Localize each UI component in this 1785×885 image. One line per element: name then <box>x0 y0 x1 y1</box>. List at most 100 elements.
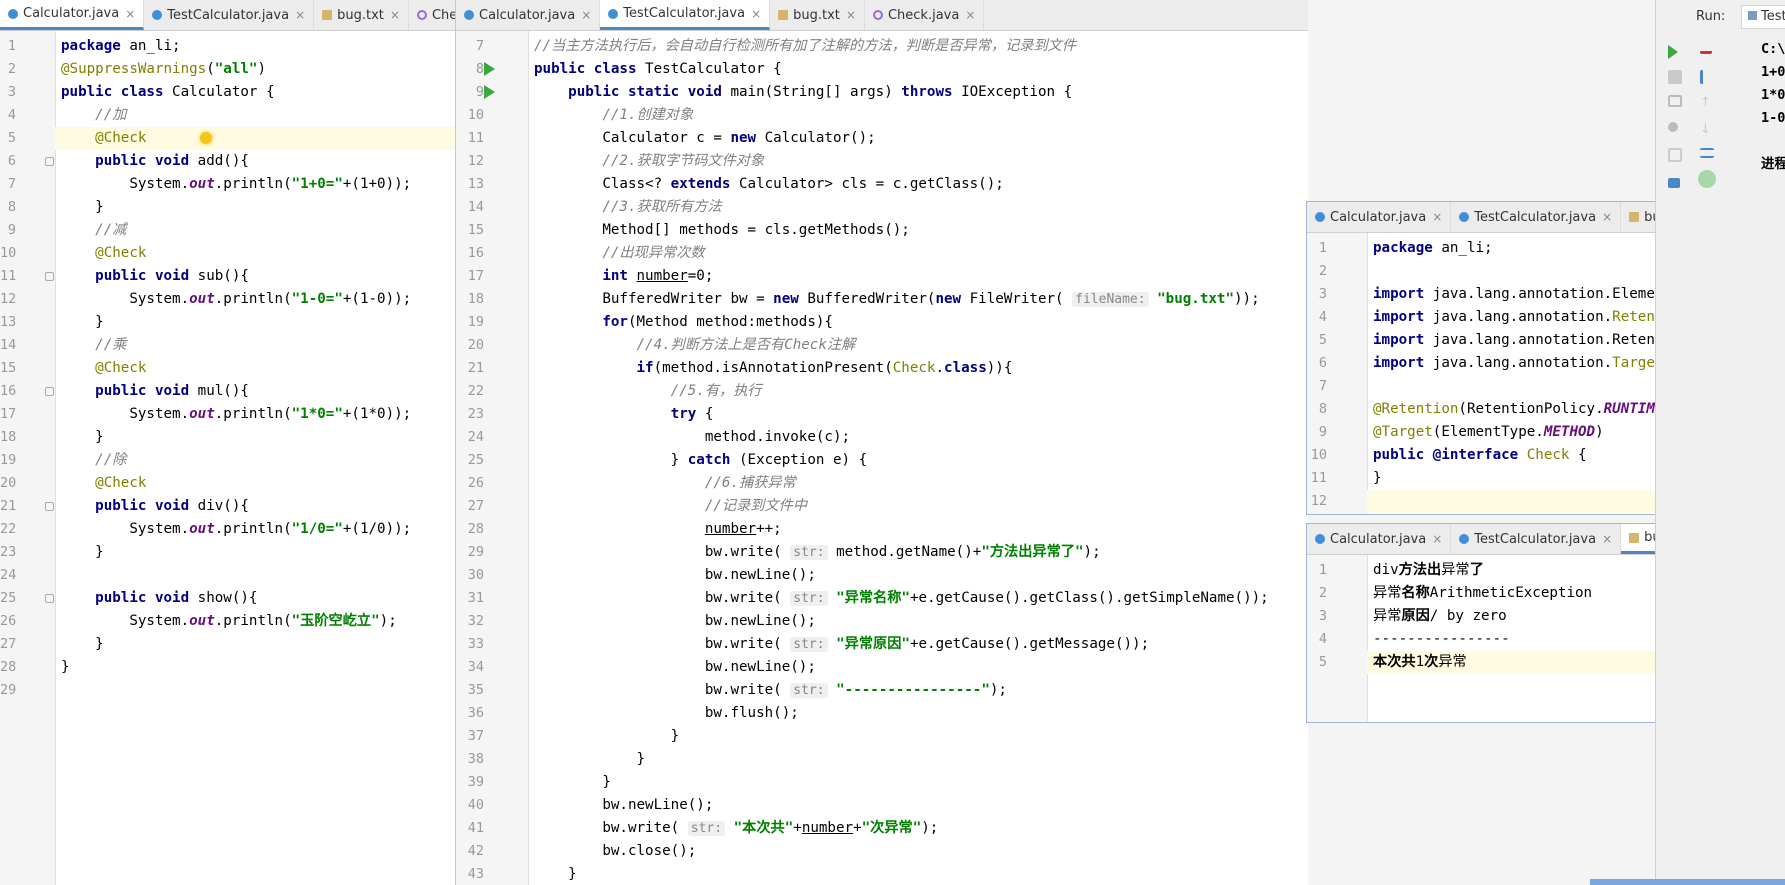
tab-calculator-java[interactable]: Calculator.java × <box>1307 524 1452 554</box>
code-line[interactable]: //6.捕获异常 <box>528 472 1308 495</box>
code-line[interactable]: //5.有，执行 <box>528 380 1308 403</box>
code-line[interactable]: bw.newLine(); <box>528 564 1308 587</box>
code-line[interactable]: public static void main(String[] args) t… <box>528 81 1308 104</box>
stop-icon[interactable] <box>1668 70 1682 84</box>
code-line[interactable]: System.out.println("1+0="+(1+0)); <box>55 173 455 196</box>
code-line[interactable]: ---------------- <box>1367 628 1691 651</box>
code-line[interactable]: bw.close(); <box>528 840 1308 863</box>
code-line[interactable]: System.out.println("1/0="+(1/0)); <box>55 518 455 541</box>
code-line[interactable]: if(method.isAnnotationPresent(Check.clas… <box>528 357 1308 380</box>
code-line[interactable]: Class<? extends Calculator> cls = c.getC… <box>528 173 1308 196</box>
code-line[interactable]: int number=0; <box>528 265 1308 288</box>
tab-testcalculator-java[interactable]: TestCalculator.java × <box>600 0 771 30</box>
code-line[interactable]: 异常原因/ by zero <box>1367 605 1691 628</box>
code-line[interactable]: @Check <box>55 472 455 495</box>
code-line[interactable]: //1.创建对象 <box>528 104 1308 127</box>
sort-icon[interactable] <box>1700 70 1713 84</box>
code-line[interactable]: } <box>528 748 1308 771</box>
code-line[interactable]: } <box>55 633 455 656</box>
code-line[interactable]: //4.判断方法上是否有Check注解 <box>528 334 1308 357</box>
code-line[interactable]: } <box>55 196 455 219</box>
tab-calculator-java[interactable]: Calculator.java × <box>1307 202 1452 232</box>
camera-icon[interactable] <box>1668 95 1682 107</box>
code-area[interactable]: package an_li; @SuppressWarnings("all") pu… <box>55 31 455 885</box>
code-line[interactable]: public class Calculator { <box>55 81 455 104</box>
pin-icon[interactable] <box>1668 122 1678 132</box>
code-line[interactable]: @Check <box>55 242 455 265</box>
code-line[interactable]: //乘 <box>55 334 455 357</box>
run-gutter-icon[interactable] <box>484 62 495 76</box>
code-line[interactable]: for(Method method:methods){ <box>528 311 1308 334</box>
code-area[interactable]: //当主方法执行后，会自动自行检测所有加了注解的方法，判断是否异常，记录到文件 p… <box>528 31 1308 885</box>
code-line[interactable]: } <box>528 863 1308 885</box>
close-icon[interactable]: × <box>295 8 305 22</box>
test-calculator-editor-pane[interactable]: Calculator.java × TestCalculator.java × bug.… <box>455 0 1308 885</box>
code-line[interactable]: 本次共1次异常 <box>1367 651 1691 674</box>
close-icon[interactable]: × <box>1432 532 1442 546</box>
tab-bug-txt[interactable]: bug.txt × <box>314 0 409 30</box>
tab-calculator-java[interactable]: Calculator.java × <box>456 0 601 30</box>
fold-icon[interactable] <box>45 157 54 166</box>
tab-testcalculator-java[interactable]: TestCalculator.java × <box>1451 524 1622 554</box>
code-line[interactable]: public class TestCalculator { <box>528 58 1308 81</box>
code-line[interactable]: Calculator c = new Calculator(); <box>528 127 1308 150</box>
code-line[interactable]: bw.write( str: "本次共"+number+"次异常"); <box>528 817 1308 840</box>
tab-bug-txt[interactable]: bug.txt × <box>770 0 865 30</box>
code-line[interactable]: public void sub(){ <box>55 265 455 288</box>
code-line[interactable]: 异常名称ArithmeticException <box>1367 582 1691 605</box>
up-arrow-icon[interactable]: ↑ <box>1700 95 1714 110</box>
code-line[interactable]: bw.write( str: "异常名称"+e.getCause().getCl… <box>528 587 1308 610</box>
code-line[interactable]: System.out.println("1*0="+(1*0)); <box>55 403 455 426</box>
bug-txt-editor-pane[interactable]: Calculator.java×TestCalculator.java×bug.… <box>1307 524 1691 722</box>
code-line[interactable]: } <box>528 725 1308 748</box>
code-line[interactable]: public void show(){ <box>55 587 455 610</box>
code-line[interactable]: method.invoke(c); <box>528 426 1308 449</box>
code-line[interactable]: } <box>55 541 455 564</box>
code-line[interactable]: //除 <box>55 449 455 472</box>
close-icon[interactable]: × <box>1432 210 1442 224</box>
run-output[interactable]: C:\ 1+0 1*0 1-0 进程 <box>1761 38 1785 176</box>
tab-check-java[interactable]: Check.java× <box>409 0 455 30</box>
code-line[interactable]: } <box>55 656 455 679</box>
code-line[interactable]: //2.获取字节码文件对象 <box>528 150 1308 173</box>
code-line[interactable]: bw.newLine(); <box>528 794 1308 817</box>
code-line[interactable]: BufferedWriter bw = new BufferedWriter(n… <box>528 288 1308 311</box>
code-line[interactable]: } <box>55 426 455 449</box>
code-line[interactable]: //加 <box>55 104 455 127</box>
code-line[interactable]: } catch (Exception e) { <box>528 449 1308 472</box>
tab-testcalculator-java[interactable]: TestCalculator.java × <box>1451 202 1622 232</box>
close-icon[interactable]: × <box>965 8 975 22</box>
close-icon[interactable]: × <box>1602 210 1612 224</box>
layout-icon[interactable] <box>1668 178 1680 188</box>
code-line[interactable]: try { <box>528 403 1308 426</box>
calculator-editor-pane[interactable]: Calculator.java × TestCalculator.java × bug.… <box>0 0 455 885</box>
hammer-icon[interactable] <box>1700 45 1712 54</box>
code-line[interactable]: bw.write( str: "异常原因"+e.getCause().getMe… <box>528 633 1308 656</box>
fold-icon[interactable] <box>45 272 54 281</box>
code-line[interactable]: bw.newLine(); <box>528 656 1308 679</box>
code-line[interactable]: //当主方法执行后，会自动自行检测所有加了注解的方法，判断是否异常，记录到文件 <box>528 35 1308 58</box>
code-line[interactable]: @Check <box>55 127 455 150</box>
run-gutter-icon[interactable] <box>484 85 495 99</box>
code-line[interactable]: //减 <box>55 219 455 242</box>
close-icon[interactable]: × <box>125 7 135 21</box>
code-line[interactable]: public void mul(){ <box>55 380 455 403</box>
code-line[interactable]: bw.newLine(); <box>528 610 1308 633</box>
code-line[interactable]: } <box>528 771 1308 794</box>
code-line[interactable]: //出现异常次数 <box>528 242 1308 265</box>
soft-wrap-icon[interactable] <box>1700 148 1714 158</box>
code-line[interactable]: bw.flush(); <box>528 702 1308 725</box>
code-line[interactable]: System.out.println("1-0="+(1-0)); <box>55 288 455 311</box>
fold-icon[interactable] <box>45 502 54 511</box>
exit-icon[interactable] <box>1668 148 1682 162</box>
code-line[interactable]: //记录到文件中 <box>528 495 1308 518</box>
code-line[interactable] <box>55 564 455 587</box>
close-icon[interactable]: × <box>390 8 400 22</box>
code-line[interactable]: package an_li; <box>55 35 455 58</box>
code-line[interactable]: //3.获取所有方法 <box>528 196 1308 219</box>
code-line[interactable]: public void add(){ <box>55 150 455 173</box>
code-line[interactable] <box>55 679 455 702</box>
code-line[interactable]: @Check <box>55 357 455 380</box>
close-icon[interactable]: × <box>846 8 856 22</box>
code-line[interactable]: div方法出异常了 <box>1367 559 1691 582</box>
